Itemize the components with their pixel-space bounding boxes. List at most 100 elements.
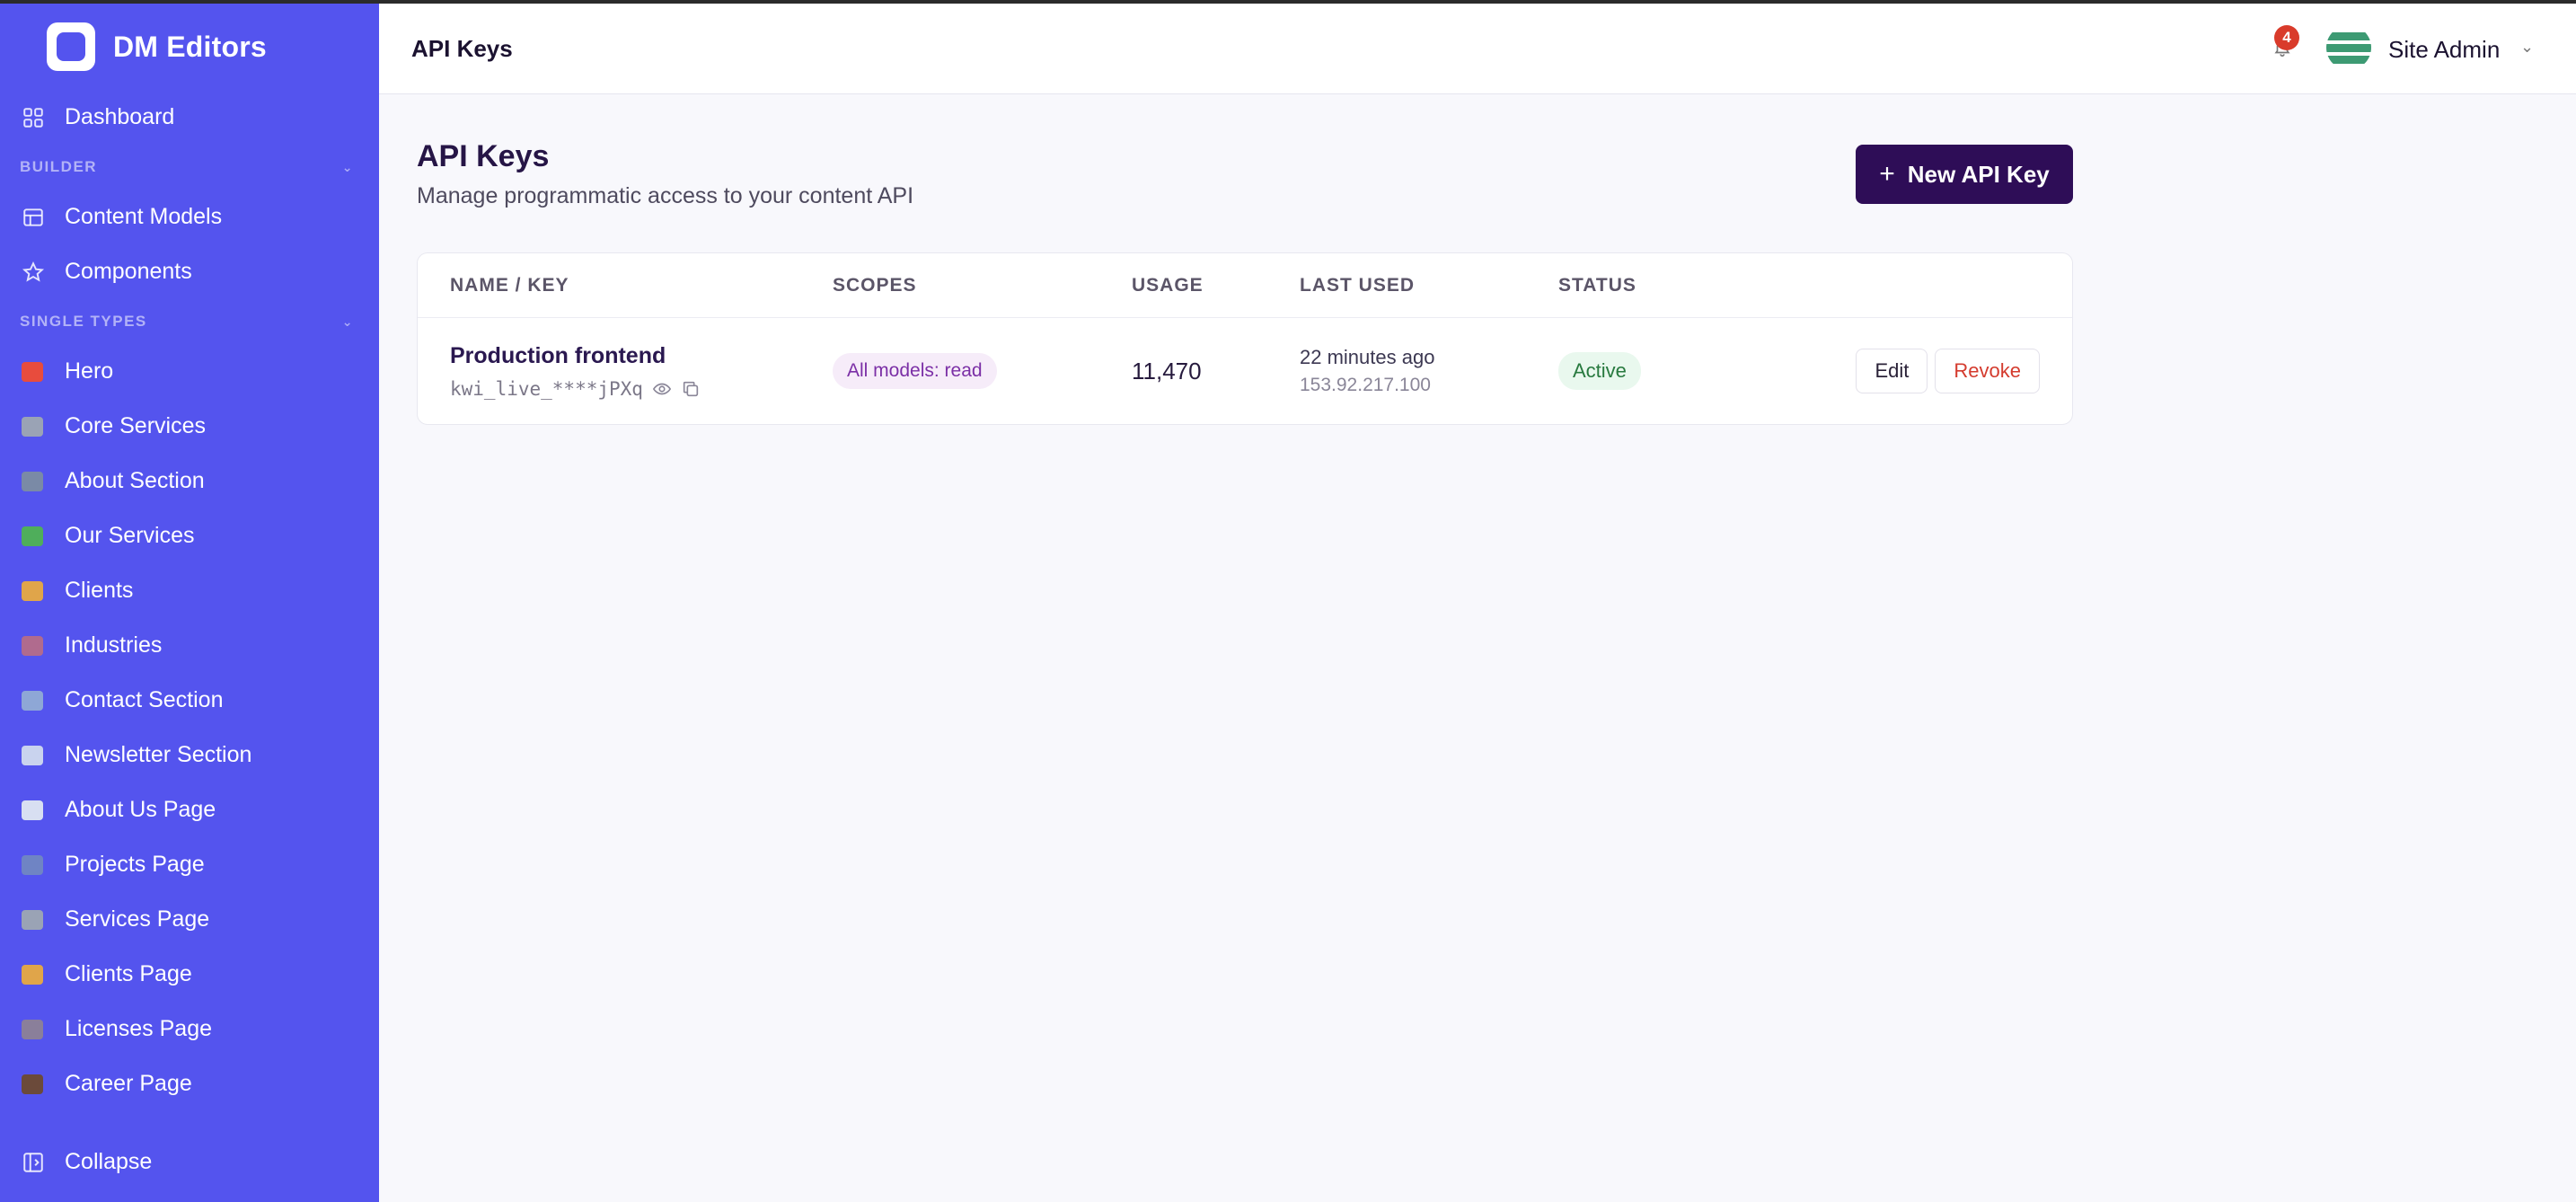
sidebar-item-label: Components: [65, 259, 192, 284]
sidebar-item-label: Hero: [65, 358, 114, 384]
book-icon: [22, 800, 43, 820]
revoke-button[interactable]: Revoke: [1935, 349, 2040, 393]
section-single-types[interactable]: SINGLE TYPES ⌄: [0, 299, 379, 344]
sidebar-item-industries[interactable]: Industries: [0, 618, 379, 673]
topbar-title: API Keys: [411, 34, 513, 62]
table-header: NAME / KEY SCOPES USAGE LAST USED STATUS: [418, 253, 2072, 318]
masked-key: kwi_live_****jPXq: [450, 377, 643, 400]
api-keys-table: NAME / KEY SCOPES USAGE LAST USED STATUS…: [417, 252, 2073, 425]
table-row: Production frontend kwi_live_****jPXq Al…: [418, 318, 2072, 424]
topbar: API Keys 4 Site Admin ⌄: [379, 4, 2576, 94]
edit-button[interactable]: Edit: [1856, 349, 1928, 393]
page-subtitle: Manage programmatic access to your conte…: [417, 183, 914, 208]
avatar[interactable]: [2326, 25, 2371, 70]
cell-usage: 11,470: [1132, 357, 1202, 384]
brand[interactable]: DM Editors: [0, 4, 379, 90]
header-last-used: LAST USED: [1300, 274, 1416, 296]
section-builder[interactable]: BUILDER ⌄: [0, 145, 379, 190]
sidebar-item-label: Dashboard: [65, 104, 175, 129]
header-usage: USAGE: [1132, 274, 1204, 296]
plus-icon: +: [1879, 159, 1895, 189]
factory-icon: [22, 635, 43, 656]
chevron-down-icon: ⌄: [341, 314, 354, 329]
eye-icon[interactable]: [652, 379, 672, 399]
page-title: API Keys: [417, 139, 550, 173]
sidebar-item-label: Clients Page: [65, 961, 192, 986]
brand-logo-icon: [47, 22, 95, 71]
star-icon: [22, 261, 45, 284]
target-icon: [22, 361, 43, 382]
new-api-key-label: New API Key: [1907, 160, 2050, 188]
main-area: API Keys 4 Site Admin ⌄ API Keys Manage …: [379, 4, 2576, 1202]
key-line: kwi_live_****jPXq: [450, 378, 833, 400]
inbox-icon: [22, 690, 43, 711]
header-scopes: SCOPES: [833, 274, 917, 296]
copy-icon[interactable]: [681, 379, 701, 399]
table-icon: [22, 206, 45, 229]
sidebar-collapse-icon: [22, 1151, 45, 1174]
sidebar: DM Editors Dashboard BUILDER ⌄ Content M…: [0, 4, 379, 1202]
last-used-time: 22 minutes ago: [1300, 346, 1435, 368]
collapse-label: Collapse: [65, 1149, 153, 1174]
brand-name: DM Editors: [113, 30, 267, 63]
key-name: Production frontend: [450, 342, 666, 368]
sidebar-item-projects-page[interactable]: Projects Page: [0, 837, 379, 892]
header-name: NAME / KEY: [450, 274, 569, 296]
cell-last-used: 22 minutes ago 153.92.217.100: [1300, 346, 1558, 396]
user-name[interactable]: Site Admin: [2388, 36, 2500, 64]
content: API Keys Manage programmatic access to y…: [379, 94, 2576, 425]
cell-name: Production frontend kwi_live_****jPXq: [418, 343, 833, 400]
envelope-icon: [22, 745, 43, 765]
new-api-key-button[interactable]: + New API Key: [1856, 145, 2073, 204]
folder-icon: [22, 854, 43, 875]
building-icon: [22, 471, 43, 491]
sidebar-item-label: Core Services: [65, 413, 206, 438]
last-used-ip: 153.92.217.100: [1300, 375, 1431, 395]
sidebar-item-career-page[interactable]: Career Page: [0, 1056, 379, 1111]
sidebar-item-contact-section[interactable]: Contact Section: [0, 673, 379, 728]
sidebar-item-label: Projects Page: [65, 852, 205, 877]
sidebar-item-licenses-page[interactable]: Licenses Page: [0, 1002, 379, 1056]
app-window: DM Editors Dashboard BUILDER ⌄ Content M…: [0, 4, 2576, 1202]
sidebar-item-label: Licenses Page: [65, 1016, 213, 1041]
briefcase-icon: [22, 1074, 43, 1094]
grid-icon: [22, 106, 45, 129]
chevron-down-icon[interactable]: ⌄: [2520, 38, 2534, 57]
sidebar-item-label: About Us Page: [65, 797, 216, 822]
sidebar-item-content-models[interactable]: Content Models: [0, 190, 379, 244]
handshake-icon: [22, 580, 43, 601]
sidebar-item-core-services[interactable]: Core Services: [0, 399, 379, 454]
sidebar-item-label: Clients: [65, 578, 134, 603]
sidebar-item-clients[interactable]: Clients: [0, 563, 379, 618]
status-badge: Active: [1558, 352, 1641, 390]
sidebar-item-about-us-page[interactable]: About Us Page: [0, 782, 379, 837]
sidebar-item-label: Our Services: [65, 523, 195, 548]
section-heading: SINGLE TYPES: [20, 313, 147, 330]
cell-scopes: All models: read: [833, 353, 1132, 389]
sidebar-item-components[interactable]: Components: [0, 244, 379, 299]
sidebar-item-about-section[interactable]: About Section: [0, 454, 379, 508]
sidebar-item-label: Content Models: [65, 204, 223, 229]
sidebar-item-hero[interactable]: Hero: [0, 344, 379, 399]
sidebar-item-clients-page[interactable]: Clients Page: [0, 947, 379, 1002]
sidebar-item-label: Career Page: [65, 1071, 192, 1096]
tools-icon: [22, 416, 43, 437]
header-status: STATUS: [1558, 274, 1636, 296]
sidebar-item-our-services[interactable]: Our Services: [0, 508, 379, 563]
row-actions: Edit Revoke: [1819, 349, 2072, 393]
collapse-button[interactable]: Collapse: [0, 1135, 379, 1189]
sidebar-item-dashboard[interactable]: Dashboard: [0, 90, 379, 145]
puzzle-icon: [22, 526, 43, 546]
sidebar-item-label: Newsletter Section: [65, 742, 252, 767]
sidebar-item-label: Services Page: [65, 906, 210, 932]
notification-badge: 4: [2274, 25, 2299, 50]
handshake-icon: [22, 964, 43, 985]
sidebar-item-services-page[interactable]: Services Page: [0, 892, 379, 947]
document-icon: [22, 1019, 43, 1039]
cell-status: Active: [1558, 352, 1819, 390]
section-heading: BUILDER: [20, 158, 98, 175]
sidebar-item-label: About Section: [65, 468, 205, 493]
scope-badge: All models: read: [833, 353, 997, 389]
sidebar-item-newsletter-section[interactable]: Newsletter Section: [0, 728, 379, 782]
sidebar-item-label: Industries: [65, 632, 163, 658]
